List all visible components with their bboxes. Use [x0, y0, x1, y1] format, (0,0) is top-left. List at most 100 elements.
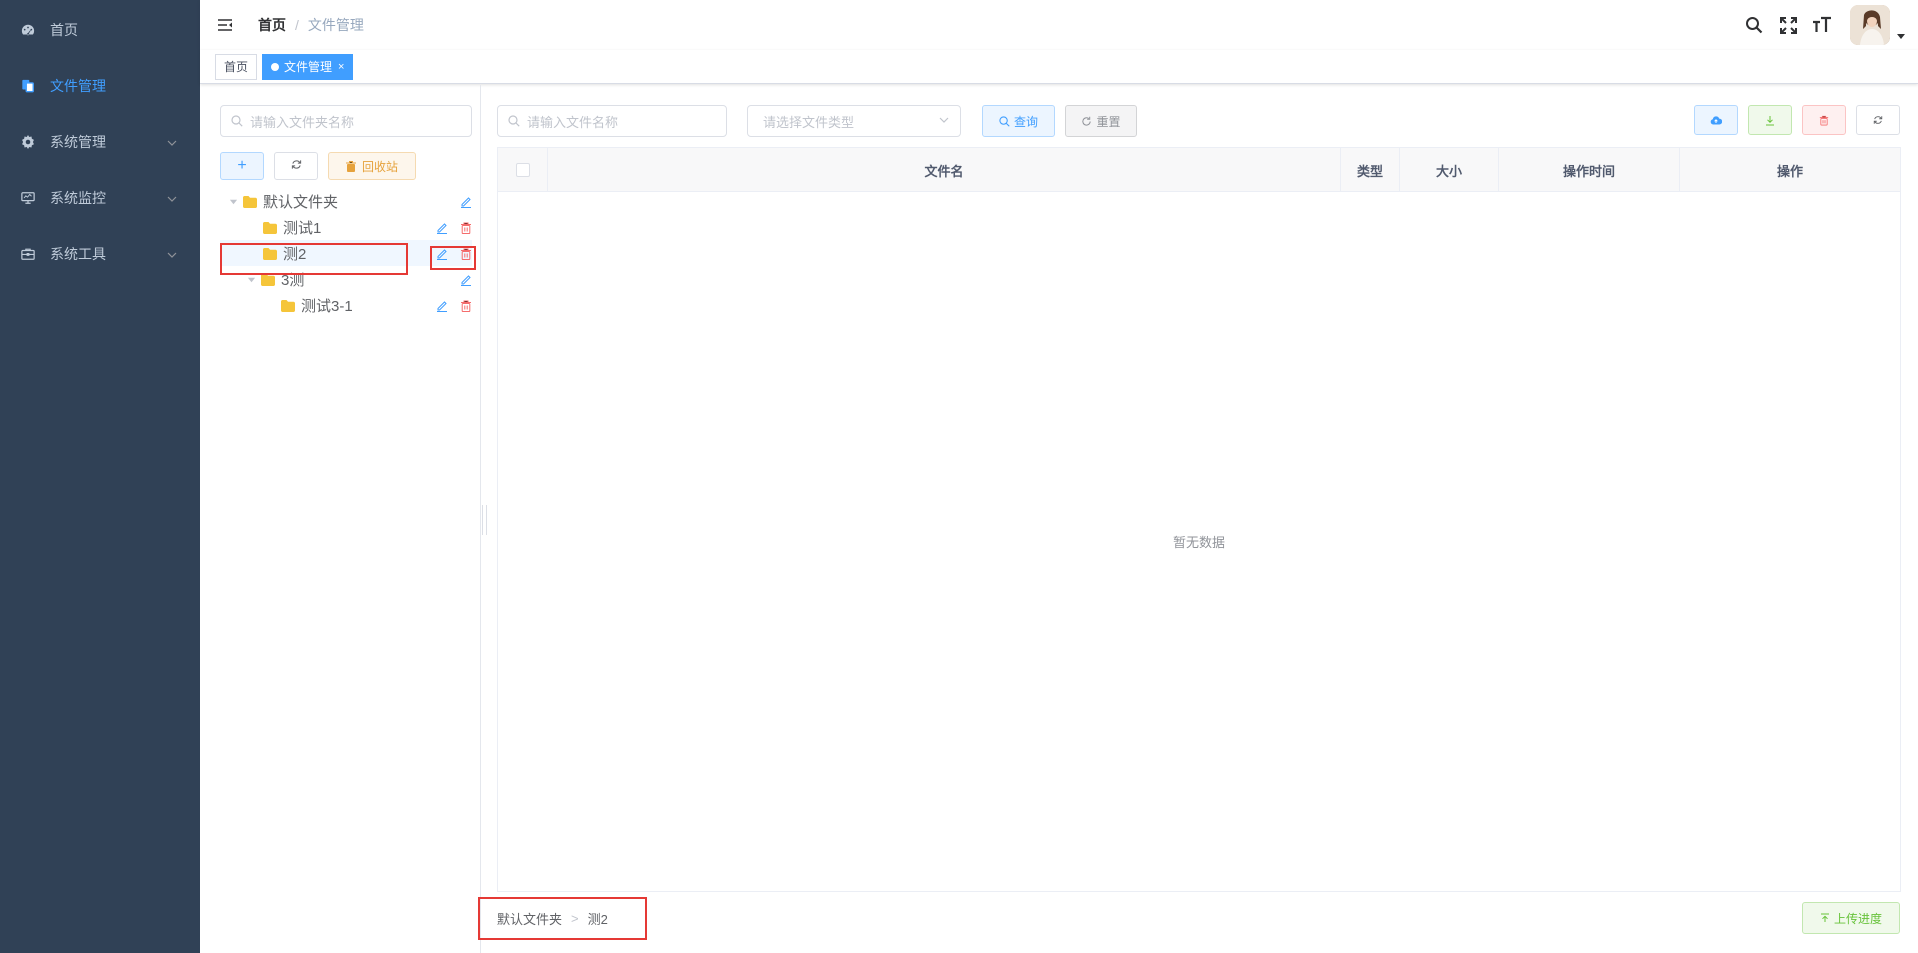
sidebar-item-system-management[interactable]: 系统管理 [0, 114, 200, 170]
dashboard-icon [20, 22, 36, 38]
upload-progress-label: 上传进度 [1833, 911, 1882, 926]
edit-icon[interactable] [460, 195, 472, 208]
sidebar-item-system-monitor[interactable]: 系统监控 [0, 170, 200, 226]
sidebar-item-label: 文件管理 [50, 78, 106, 94]
node-actions [448, 188, 472, 214]
document-copy-icon [20, 78, 36, 94]
file-table: 文件名 类型 大小 操作时间 操作 暂无数据 [497, 147, 1901, 892]
upload-button[interactable] [1694, 105, 1738, 135]
file-type-select[interactable]: 请选择文件类型 [747, 105, 961, 137]
sidebar-item-label: 首页 [50, 22, 78, 38]
column-header-size[interactable]: 大小 [1400, 148, 1499, 192]
download-button[interactable] [1748, 105, 1792, 135]
folder-icon [261, 273, 275, 286]
folder-icon [263, 247, 277, 260]
caret-down-icon[interactable] [1896, 29, 1906, 39]
refresh-files-button[interactable] [1856, 105, 1900, 135]
tree-node-3ce[interactable]: 3测 [220, 266, 472, 292]
reset-button[interactable]: 重置 [1065, 105, 1137, 137]
query-button[interactable]: 查询 [982, 105, 1055, 137]
search-icon[interactable] [1744, 15, 1764, 35]
add-folder-button[interactable]: + [220, 152, 264, 180]
edit-icon[interactable] [436, 299, 448, 312]
trash-icon [345, 160, 356, 172]
breadcrumb: 首页 / 文件管理 [258, 15, 364, 35]
folder-search-input[interactable]: 请输入文件夹名称 [220, 105, 472, 137]
sidebar-item-system-tools[interactable]: 系统工具 [0, 226, 200, 282]
tree-node-label: 3测 [281, 271, 305, 289]
tree-node-default-folder[interactable]: 默认文件夹 [220, 188, 472, 214]
column-header-actions: 操作 [1776, 163, 1803, 179]
edit-icon[interactable] [436, 247, 448, 260]
node-actions [424, 214, 472, 240]
empty-text: 暂无数据 [1172, 535, 1225, 550]
sidebar: 首页 文件管理 系统管理 系统监控 系统工具 [0, 0, 200, 953]
caret-down-icon[interactable] [245, 273, 257, 285]
breadcrumb-home[interactable]: 首页 [258, 15, 286, 35]
column-header-type[interactable]: 类型 [1341, 148, 1400, 192]
tag-file-management[interactable]: 文件管理 × [262, 53, 354, 80]
tree-node-test3-1[interactable]: 测试3-1 [220, 292, 472, 318]
select-all-cell [498, 148, 548, 192]
folder-icon [243, 195, 257, 208]
font-size-icon[interactable] [1812, 15, 1832, 35]
refresh-icon [291, 159, 302, 173]
fullscreen-icon[interactable] [1778, 15, 1798, 35]
avatar[interactable] [1850, 5, 1890, 45]
menu-fold-icon[interactable] [217, 17, 233, 33]
caret-down-icon[interactable] [227, 195, 239, 207]
recycle-bin-button[interactable]: 回收站 [328, 152, 416, 180]
navbar: 首页 / 文件管理 [200, 0, 1918, 50]
sidebar-item-label: 系统监控 [50, 190, 106, 206]
tag-label: 文件管理 [284, 59, 333, 74]
folder-tree: 默认文件夹 测试1 测2 3测 测试3-1 [220, 188, 476, 318]
tree-node-label: 测试1 [283, 219, 322, 237]
node-actions [448, 266, 472, 292]
edit-icon[interactable] [436, 221, 448, 234]
chevron-down-icon [166, 136, 178, 148]
reset-label: 重置 [1096, 114, 1121, 129]
breadcrumb-separator: / [295, 17, 299, 33]
delete-icon [1819, 115, 1829, 125]
delete-icon[interactable] [460, 299, 472, 312]
current-path: 默认文件夹 > 测2 [497, 905, 608, 931]
path-root[interactable]: 默认文件夹 [497, 909, 562, 928]
column-header-time[interactable]: 操作时间 [1499, 148, 1680, 192]
tree-node-ce2[interactable]: 测2 [220, 240, 472, 266]
tree-node-label: 测2 [283, 245, 307, 263]
tag-label: 首页 [224, 59, 249, 74]
breadcrumb-current: 文件管理 [307, 17, 364, 33]
search-icon [508, 115, 520, 127]
tag-home[interactable]: 首页 [215, 53, 258, 80]
delete-files-button[interactable] [1802, 105, 1846, 135]
node-actions [424, 240, 472, 266]
edit-icon[interactable] [460, 273, 472, 286]
upload-progress-button[interactable]: 上传进度 [1802, 902, 1900, 934]
delete-icon[interactable] [460, 247, 472, 260]
monitor-icon [20, 190, 36, 206]
sidebar-item-label: 系统管理 [50, 134, 106, 150]
select-all-checkbox[interactable] [515, 163, 530, 177]
close-icon[interactable]: × [338, 55, 344, 79]
delete-icon[interactable] [460, 221, 472, 234]
file-search-input[interactable]: 请输入文件名称 [497, 105, 727, 137]
file-search-placeholder: 请输入文件名称 [527, 114, 619, 130]
sidebar-item-file-management[interactable]: 文件管理 [0, 58, 200, 114]
plus-icon: + [237, 157, 247, 174]
folder-icon [281, 299, 295, 312]
gear-icon [20, 134, 36, 150]
folder-search-placeholder: 请输入文件夹名称 [250, 114, 355, 130]
refresh-tree-button[interactable] [274, 152, 318, 180]
tags-view: 首页 文件管理 × [200, 50, 1918, 84]
folder-panel: 请输入文件夹名称 + 回收站 默认文件夹 测试1 测2 3测 测试3-1 [220, 105, 476, 318]
file-toolbar: 请输入文件名称 请选择文件类型 查询 重置 [497, 105, 1900, 137]
column-header-filename[interactable]: 文件名 [548, 148, 1341, 192]
sidebar-item-home[interactable]: 首页 [0, 2, 200, 58]
resize-handle[interactable] [482, 505, 487, 535]
path-current: 测2 [587, 911, 608, 927]
tree-node-test1[interactable]: 测试1 [220, 214, 472, 240]
download-icon [1766, 115, 1774, 125]
refresh-icon [1082, 116, 1092, 126]
search-icon [999, 115, 1010, 127]
empty-state: 暂无数据 [498, 192, 1900, 891]
